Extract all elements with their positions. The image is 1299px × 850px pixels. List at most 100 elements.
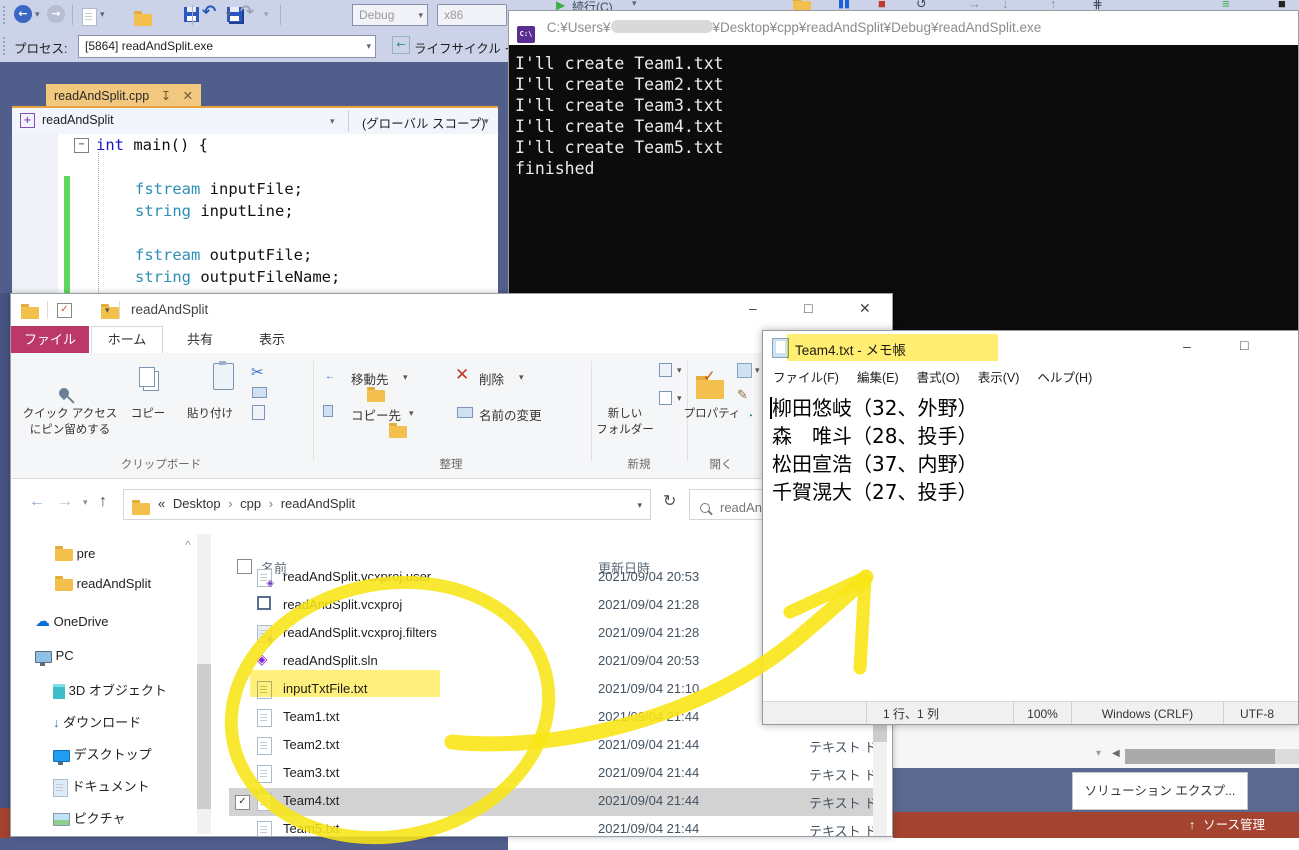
menu-file[interactable]: ファイル(F) bbox=[773, 371, 839, 385]
navigate-back-icon[interactable]: ← bbox=[14, 5, 32, 23]
notepad-text-area[interactable]: 柳田悠岐（32、外野） 森 唯斗（28、投手） 松田宣浩（37、内野） 千賀滉大… bbox=[763, 391, 1298, 701]
refresh-icon[interactable]: ↻ bbox=[663, 491, 676, 511]
paste-shortcut-icon[interactable] bbox=[252, 405, 265, 420]
undo-icon[interactable]: ↶ bbox=[202, 2, 216, 22]
scope-left-caret-icon[interactable]: ▾ bbox=[330, 116, 335, 127]
file-name[interactable]: Team4.txt bbox=[283, 793, 339, 808]
sidebar-item-downloads[interactable]: ↓ ダウンロード bbox=[53, 712, 141, 731]
nav-forward-icon[interactable]: → bbox=[57, 493, 73, 511]
delete-icon[interactable]: ✕ bbox=[455, 365, 469, 385]
crumb-cpp[interactable]: cpp bbox=[240, 496, 261, 511]
crumb-readandsplit[interactable]: readAndSplit bbox=[281, 496, 355, 511]
move-to-label[interactable]: 移動先 bbox=[351, 369, 389, 388]
copy-path-icon[interactable] bbox=[252, 387, 267, 398]
menu-format[interactable]: 書式(O) bbox=[917, 371, 960, 385]
status-zoom[interactable]: 100% bbox=[1013, 702, 1071, 724]
file-name[interactable]: readAndSplit.sln bbox=[283, 653, 378, 668]
document-tab[interactable]: readAndSplit.cpp ↧ ✕ bbox=[46, 84, 202, 108]
menu-help[interactable]: ヘルプ(H) bbox=[1037, 371, 1092, 385]
paste-icon[interactable] bbox=[213, 361, 235, 390]
explorer-titlebar[interactable]: ✓ ▾ readAndSplit – □ ✕ bbox=[11, 294, 892, 326]
open-caret-icon[interactable]: ▾ bbox=[755, 365, 760, 376]
qat-check-icon[interactable]: ✓ bbox=[57, 303, 72, 318]
move-to-caret-icon[interactable]: ▾ bbox=[403, 372, 408, 383]
new-file-icon[interactable] bbox=[82, 7, 97, 26]
open-app-icon[interactable] bbox=[737, 363, 752, 378]
debug-configuration-combo[interactable]: Debug ▾ bbox=[352, 4, 428, 26]
pane-scroll-caret-icon[interactable]: ▾ bbox=[1096, 748, 1101, 759]
break-all-icon[interactable]: ▮▮ bbox=[838, 0, 850, 10]
back-dropdown-icon[interactable]: ▾ bbox=[35, 9, 40, 20]
hscroll-left-icon[interactable]: ◀ bbox=[1112, 748, 1120, 759]
copy-to-icon[interactable] bbox=[389, 422, 408, 438]
sidebar-item-desktop[interactable]: デスクトップ bbox=[53, 744, 152, 765]
pin-to-quick-access-button[interactable]: クイック アクセス にピン留めする bbox=[15, 405, 125, 437]
breadcrumb[interactable]: « Desktop › cpp › readAndSplit bbox=[158, 496, 359, 511]
file-name[interactable]: inputTxtFile.txt bbox=[283, 681, 368, 696]
file-name[interactable]: Team2.txt bbox=[283, 737, 339, 752]
source-control-label[interactable]: ソース管理 bbox=[1203, 818, 1265, 832]
address-box[interactable]: « Desktop › cpp › readAndSplit ▾ bbox=[123, 489, 651, 520]
explorer-minimize-icon[interactable]: – bbox=[749, 300, 757, 316]
file-name[interactable]: readAndSplit.vcxproj.user bbox=[283, 569, 431, 584]
cut-icon[interactable]: ✂ bbox=[251, 363, 264, 381]
crumb-desktop[interactable]: Desktop bbox=[173, 496, 221, 511]
file-name[interactable]: readAndSplit.vcxproj.filters bbox=[283, 625, 437, 640]
sidebar-item-pre[interactable]: pre bbox=[55, 545, 95, 561]
new-item-caret-icon[interactable]: ▾ bbox=[677, 365, 682, 376]
easy-access-caret-icon[interactable]: ▾ bbox=[677, 393, 682, 404]
new-folder-button[interactable]: 新しい フォルダー bbox=[595, 405, 655, 437]
rename-icon[interactable] bbox=[457, 407, 473, 418]
edit-icon[interactable]: ✎ bbox=[737, 387, 748, 403]
code-editor[interactable]: − int main() { fstream inputFile; string… bbox=[12, 134, 498, 293]
file-name[interactable]: readAndSplit.vcxproj bbox=[283, 597, 402, 612]
file-name[interactable]: Team5.txt bbox=[283, 821, 339, 836]
copy-to-label[interactable]: コピー先 bbox=[351, 405, 401, 424]
menu-view[interactable]: 表示(V) bbox=[978, 371, 1020, 385]
toolbar-grip[interactable] bbox=[3, 37, 10, 55]
new-file-dropdown-icon[interactable]: ▾ bbox=[100, 9, 105, 20]
properties-button[interactable]: プロパティ bbox=[683, 405, 741, 421]
notepad-maximize-icon[interactable]: □ bbox=[1240, 337, 1248, 353]
hscroll-track[interactable] bbox=[1125, 749, 1299, 764]
console-titlebar[interactable]: C:\ C:¥Users¥ ¥Desktop¥cpp¥readAndSplit¥D… bbox=[509, 11, 1298, 45]
copy-icon[interactable] bbox=[139, 367, 155, 387]
new-item-icon[interactable] bbox=[659, 363, 672, 377]
continue-dropdown-icon[interactable]: ▾ bbox=[632, 0, 637, 9]
move-to-icon[interactable] bbox=[366, 386, 385, 402]
platform-combo[interactable]: x86 bbox=[437, 4, 507, 26]
tab-file[interactable]: ファイル bbox=[11, 326, 89, 353]
sidebar-item-pictures[interactable]: ピクチャ bbox=[53, 808, 126, 827]
address-caret-icon[interactable]: ▾ bbox=[637, 500, 642, 511]
explorer-maximize-icon[interactable]: □ bbox=[804, 300, 812, 316]
delete-caret-icon[interactable]: ▾ bbox=[519, 372, 524, 383]
redo-icon[interactable]: ↷ bbox=[240, 2, 254, 22]
pin-to-quick-access-icon[interactable] bbox=[56, 385, 72, 401]
notepad-window[interactable]: Team4.txt - メモ帳 – □ ファイル(F) 編集(E) 書式(O) 表示(… bbox=[762, 330, 1299, 725]
hscroll-thumb[interactable] bbox=[1125, 749, 1275, 764]
sidebar-item-3d-objects[interactable]: 3D オブジェクト bbox=[53, 680, 167, 700]
file-name[interactable]: Team3.txt bbox=[283, 765, 339, 780]
process-combo[interactable]: [5864] readAndSplit.exe ▾ bbox=[78, 35, 376, 58]
delete-label[interactable]: 削除 bbox=[479, 369, 504, 388]
nav-up-icon[interactable]: ↑ bbox=[99, 493, 107, 511]
toolbar-grip[interactable] bbox=[3, 6, 10, 24]
tab-share[interactable]: 共有 bbox=[165, 326, 235, 353]
file-name[interactable]: Team1.txt bbox=[283, 709, 339, 724]
rename-label[interactable]: 名前の変更 bbox=[479, 405, 542, 424]
scope-left-combo[interactable]: readAndSplit bbox=[42, 113, 114, 127]
tab-view[interactable]: 表示 bbox=[237, 326, 307, 353]
notepad-minimize-icon[interactable]: – bbox=[1183, 338, 1191, 354]
sidebar-item-documents[interactable]: ドキュメント bbox=[53, 776, 150, 797]
explorer-window[interactable]: ✓ ▾ readAndSplit – □ ✕ ファイル ホーム 共有 表示 クイ… bbox=[10, 293, 893, 837]
lifecycle-events-icon[interactable]: ← bbox=[392, 36, 410, 54]
scope-right-caret-icon[interactable]: ▾ bbox=[484, 116, 489, 127]
sidebar-scroll-up-icon[interactable]: ^ bbox=[185, 538, 191, 552]
file-row[interactable]: Team2.txt 2021/09/04 21:44 テキスト ドキュメント bbox=[229, 732, 883, 760]
notepad-titlebar[interactable]: Team4.txt - メモ帳 – □ bbox=[763, 331, 1298, 365]
redo-dropdown-icon[interactable]: ▾ bbox=[264, 9, 269, 20]
menu-edit[interactable]: 編集(E) bbox=[857, 371, 899, 385]
close-tab-icon[interactable]: ✕ bbox=[183, 89, 193, 103]
source-control-up-icon[interactable]: ↑ bbox=[1189, 818, 1195, 832]
sidebar-item-onedrive[interactable]: ☁ OneDrive bbox=[35, 612, 109, 630]
